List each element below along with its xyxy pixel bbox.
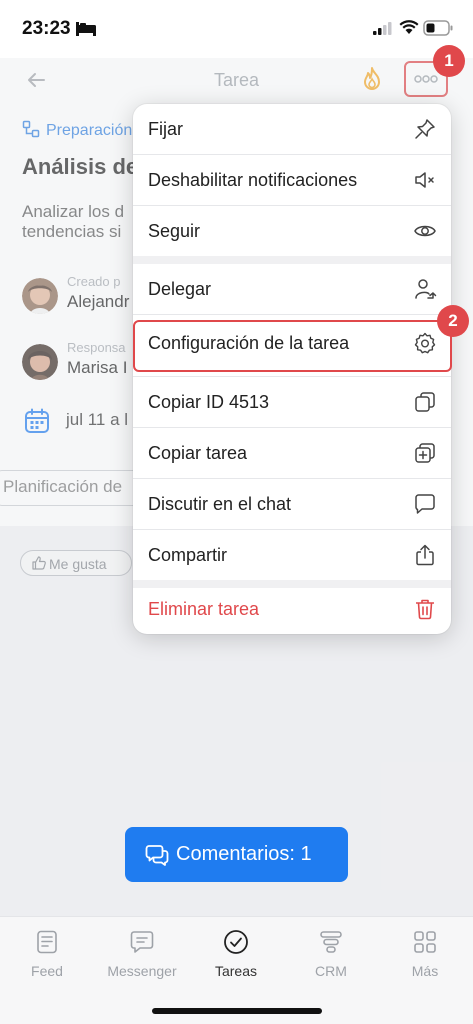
tab-label: Tareas	[214, 963, 258, 979]
tasks-icon	[224, 930, 248, 954]
step-badge-2: 2	[437, 305, 469, 337]
menu-item-delegate[interactable]: Delegar	[133, 264, 451, 314]
status-bar: 23:23	[0, 0, 473, 58]
menu-item-label: Eliminar tarea	[148, 599, 260, 619]
menu-item-copy-id[interactable]: Copiar ID 4513	[133, 377, 451, 427]
tab-crm[interactable]: CRM	[284, 929, 378, 979]
battery-icon	[423, 20, 453, 36]
tab-tasks[interactable]: Tareas	[189, 929, 283, 979]
status-time: 23:23	[22, 18, 71, 39]
trash-icon	[416, 599, 434, 620]
menu-item-label: Fijar	[148, 119, 183, 139]
gear-icon	[414, 332, 436, 354]
tab-label: CRM	[315, 963, 347, 979]
menu-item-task-settings[interactable]: Configuración de la tarea	[133, 318, 451, 368]
eye-icon	[414, 225, 436, 237]
messenger-icon	[130, 931, 154, 953]
menu-item-share[interactable]: Compartir	[133, 530, 451, 580]
grid-icon	[414, 931, 436, 953]
tab-label: Más	[411, 963, 439, 979]
step-badge-1: 1	[433, 45, 465, 77]
wifi-icon	[399, 20, 419, 34]
menu-item-pin[interactable]: Fijar	[133, 104, 451, 154]
tab-label: Feed	[31, 963, 63, 979]
sleep-mode-icon	[76, 22, 96, 36]
menu-item-disable-notifications[interactable]: Deshabilitar notificaciones	[133, 155, 451, 205]
menu-item-label: Delegar	[148, 279, 212, 299]
menu-item-label: Discutir en el chat	[148, 494, 292, 514]
tab-label: Messenger	[107, 963, 177, 979]
delegate-icon	[415, 279, 437, 299]
menu-divider	[133, 314, 451, 315]
comments-label: Comentarios: 1	[176, 843, 312, 865]
comments-icon	[145, 845, 169, 866]
share-icon	[416, 544, 434, 566]
menu-item-label: Deshabilitar notificaciones	[148, 170, 358, 190]
menu-item-label: Copiar tarea	[148, 443, 248, 463]
menu-item-label: Copiar ID 4513	[148, 392, 270, 412]
menu-item-follow[interactable]: Seguir	[133, 206, 451, 256]
menu-item-label: Compartir	[148, 545, 228, 565]
menu-item-discuss-chat[interactable]: Discutir en el chat	[133, 479, 451, 529]
comments-button[interactable]: Comentarios: 1	[125, 827, 348, 882]
tab-more[interactable]: Más	[378, 929, 472, 979]
task-actions-menu: Fijar Deshabilitar notificaciones Seguir…	[133, 104, 451, 634]
tab-feed[interactable]: Feed	[0, 929, 94, 979]
menu-item-label: Configuración de la tarea	[148, 333, 350, 353]
menu-item-copy-task[interactable]: Copiar tarea	[133, 428, 451, 478]
pin-icon	[415, 119, 435, 139]
chat-icon	[415, 494, 435, 514]
menu-item-label: Seguir	[148, 221, 201, 241]
feed-icon	[37, 930, 57, 954]
crm-icon	[320, 931, 342, 953]
signal-icon	[373, 22, 392, 35]
home-indicator	[152, 1008, 322, 1014]
tab-messenger[interactable]: Messenger	[95, 929, 189, 979]
menu-item-delete-task[interactable]: Eliminar tarea	[133, 584, 451, 634]
menu-group-gap	[133, 256, 451, 264]
copy-icon	[415, 392, 435, 412]
mute-icon	[415, 172, 434, 188]
copy-add-icon	[415, 443, 435, 463]
